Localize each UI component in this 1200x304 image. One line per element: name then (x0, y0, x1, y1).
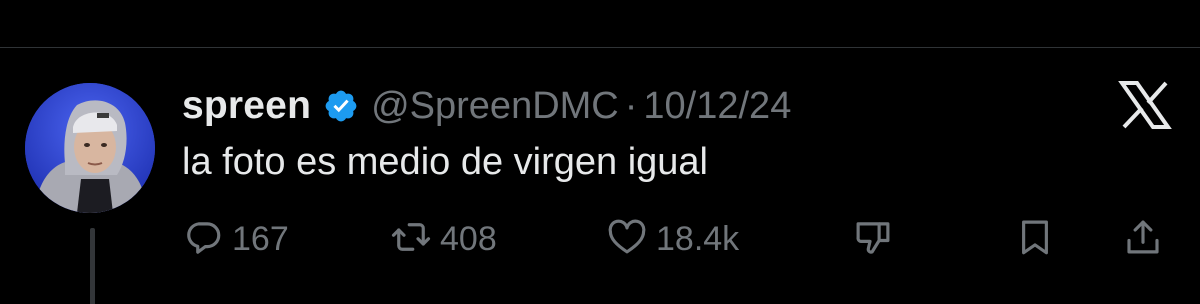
tweet-card: spreen @SpreenDMC · 10/12/24 la foto es … (0, 0, 1200, 304)
action-bar: 167 408 18.4k (182, 214, 1172, 264)
tweet-header: spreen @SpreenDMC · 10/12/24 (182, 80, 791, 132)
thumbs-down-icon (852, 216, 894, 263)
verified-badge-icon (323, 88, 359, 124)
reply-count: 167 (232, 219, 289, 258)
reply-button[interactable]: 167 (182, 214, 289, 264)
retweet-count: 408 (440, 219, 497, 258)
avatar[interactable] (25, 83, 155, 213)
bookmark-button[interactable] (1014, 214, 1056, 264)
reply-icon (182, 216, 224, 263)
thread-line (90, 228, 95, 304)
share-icon (1122, 216, 1164, 263)
retweet-icon (390, 216, 432, 263)
tweet-date[interactable]: 10/12/24 (643, 85, 791, 128)
tweet-text: la foto es medio de virgen igual (182, 141, 708, 183)
dislike-button[interactable] (852, 214, 894, 264)
top-divider (0, 47, 1200, 48)
share-button[interactable] (1122, 214, 1164, 264)
retweet-button[interactable]: 408 (390, 214, 497, 264)
x-logo-icon (1118, 80, 1172, 130)
author-handle[interactable]: @SpreenDMC (371, 85, 619, 128)
heart-icon (606, 216, 648, 263)
header-separator: · (624, 84, 638, 127)
display-name[interactable]: spreen (182, 84, 311, 128)
like-button[interactable]: 18.4k (606, 214, 739, 264)
bookmark-icon (1014, 216, 1056, 263)
like-count: 18.4k (656, 219, 740, 258)
